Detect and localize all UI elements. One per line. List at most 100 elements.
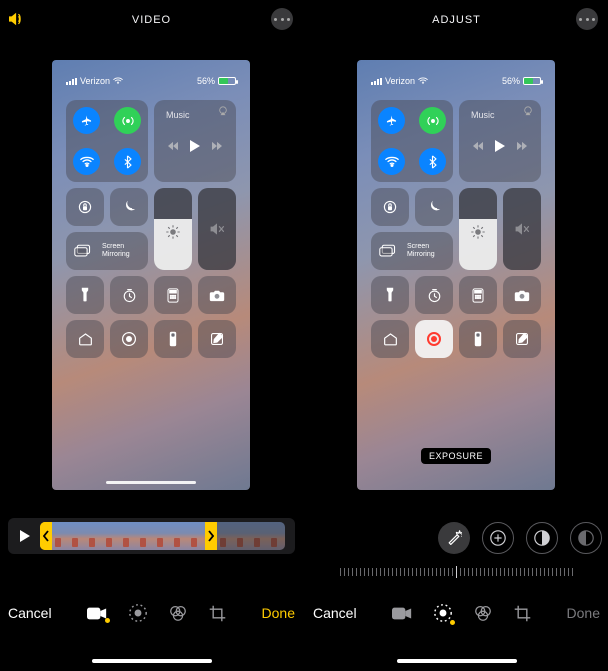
wifi-icon (113, 77, 123, 85)
brightness-icon (166, 225, 180, 239)
calculator-tile (459, 276, 497, 314)
remote-tile (459, 320, 497, 358)
editor-pane-video: VIDEO Verizon 56% (0, 0, 303, 671)
timeline-selected-frames (52, 522, 205, 550)
home-tile (66, 320, 104, 358)
adjust-dial-row (313, 518, 600, 558)
video-timeline[interactable] (8, 518, 295, 554)
screen-mirroring-label-1: Screen (407, 243, 429, 250)
exposure-button[interactable] (482, 522, 514, 554)
calculator-tile (154, 276, 192, 314)
rewind-icon (167, 141, 179, 151)
nav-home-indicator (397, 659, 517, 663)
top-bar: ADJUST (305, 6, 608, 34)
timer-tile (110, 276, 148, 314)
bottom-toolbar: Cancel Done (313, 599, 600, 627)
cancel-button[interactable]: Cancel (313, 605, 357, 621)
play-icon (189, 139, 201, 153)
timer-tile (415, 276, 453, 314)
do-not-disturb-tile (415, 188, 453, 226)
airplay-icon (218, 106, 228, 116)
volume-tile (198, 188, 236, 270)
home-tile (371, 320, 409, 358)
tool-video[interactable] (86, 606, 108, 621)
bluetooth-icon (419, 148, 446, 175)
cancel-button[interactable]: Cancel (8, 605, 52, 621)
nav-home-indicator (92, 659, 212, 663)
exposure-label: EXPOSURE (421, 448, 491, 464)
adjust-scale[interactable] (313, 562, 600, 582)
do-not-disturb-tile (110, 188, 148, 226)
shadows-button[interactable] (570, 522, 602, 554)
orientation-lock-tile (66, 188, 104, 226)
timeline-play-button[interactable] (14, 522, 36, 550)
connectivity-tile (371, 100, 453, 182)
signal-icon (66, 78, 77, 85)
music-tile: Music (459, 100, 541, 182)
signal-icon (371, 78, 382, 85)
done-button[interactable]: Done (262, 605, 295, 621)
control-center: Music (52, 92, 250, 358)
done-button[interactable]: Done (567, 605, 600, 621)
more-button[interactable] (271, 8, 293, 30)
screen-mirroring-tile: Screen Mirroring (66, 232, 148, 270)
record-red-icon (427, 332, 441, 346)
volume-icon[interactable] (6, 8, 28, 30)
cellular-icon (419, 107, 446, 134)
carrier-label: Verizon (80, 76, 110, 86)
tool-video[interactable] (391, 606, 413, 621)
trim-start-handle[interactable] (40, 522, 52, 550)
ios-status-bar: Verizon 56% (357, 60, 555, 92)
tool-crop[interactable] (513, 604, 532, 623)
music-label: Music (471, 110, 495, 120)
volume-mute-icon (209, 222, 225, 236)
battery-icon (218, 77, 236, 85)
play-icon (494, 139, 506, 153)
screen-record-tile-active (415, 320, 453, 358)
brightness-tile (154, 188, 192, 270)
notes-tile (198, 320, 236, 358)
trim-end-handle[interactable] (205, 522, 217, 550)
tool-adjust[interactable] (433, 603, 453, 623)
top-bar: VIDEO (0, 6, 303, 34)
control-center: Music (357, 92, 555, 358)
screen-mirroring-label-1: Screen (102, 243, 124, 250)
tool-crop[interactable] (208, 604, 227, 623)
camera-tile (198, 276, 236, 314)
volume-mute-icon (514, 222, 530, 236)
volume-tile (503, 188, 541, 270)
flashlight-tile (371, 276, 409, 314)
screen-record-tile (110, 320, 148, 358)
battery-pct: 56% (197, 76, 215, 86)
wifi-toggle-icon (378, 148, 405, 175)
battery-pct: 56% (502, 76, 520, 86)
mode-label: VIDEO (0, 14, 303, 26)
timeline-trailing-frames (217, 522, 285, 550)
notes-tile (503, 320, 541, 358)
home-indicator (106, 481, 196, 484)
tool-filters[interactable] (168, 603, 188, 623)
cellular-icon (114, 107, 141, 134)
music-label: Music (166, 110, 190, 120)
battery-icon (523, 77, 541, 85)
orientation-lock-tile (371, 188, 409, 226)
bottom-toolbar: Cancel Done (8, 599, 295, 627)
highlights-button[interactable] (526, 522, 558, 554)
editor-pane-adjust: ADJUST Verizon 56% (305, 0, 608, 671)
tool-adjust[interactable] (128, 603, 148, 623)
brightness-icon (471, 225, 485, 239)
camera-tile (503, 276, 541, 314)
tool-filters[interactable] (473, 603, 493, 623)
bluetooth-icon (114, 148, 141, 175)
auto-enhance-button[interactable] (438, 522, 470, 554)
video-preview[interactable]: Verizon 56% (52, 60, 250, 490)
airplay-icon (523, 106, 533, 116)
carrier-label: Verizon (385, 76, 415, 86)
forward-icon (211, 141, 223, 151)
video-preview[interactable]: Verizon 56% (357, 60, 555, 490)
wifi-toggle-icon (73, 148, 100, 175)
screen-mirroring-tile: Screen Mirroring (371, 232, 453, 270)
flashlight-tile (66, 276, 104, 314)
more-button[interactable] (576, 8, 598, 30)
screen-mirroring-label-2: Mirroring (102, 251, 130, 258)
